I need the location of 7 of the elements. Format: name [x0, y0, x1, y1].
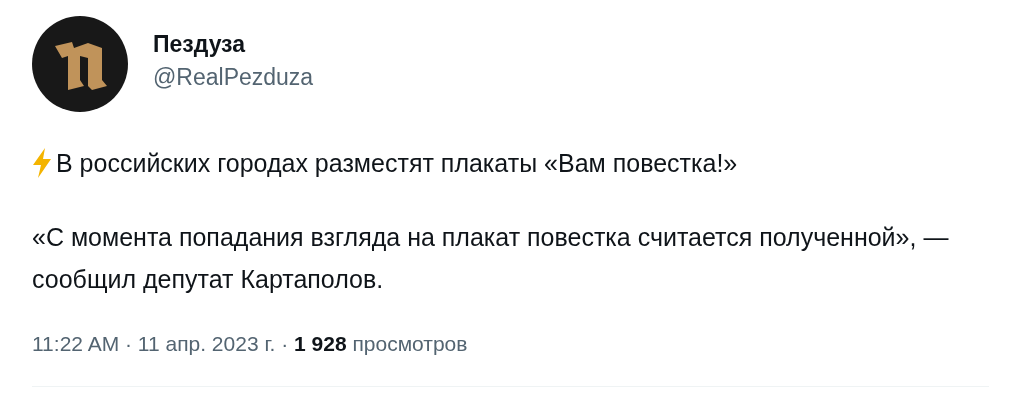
tweet-text: «С момента попадания взгляда на плакат повестка считается полученной», — сообщил депутат Картаполов. — [32, 222, 950, 295]
tweet-metadata: 11:22 AM · 11 апр. 2023 г. · 1 928 просмотров — [32, 332, 469, 356]
tweet-text: В российских городах разместят плакаты «Вам повестка!» — [56, 148, 738, 179]
author-name[interactable]: Пездуза — [153, 31, 314, 58]
avatar-logo-icon — [32, 16, 128, 112]
author-handle[interactable]: @RealPezduza — [153, 64, 314, 91]
lightning-icon — [32, 148, 52, 178]
